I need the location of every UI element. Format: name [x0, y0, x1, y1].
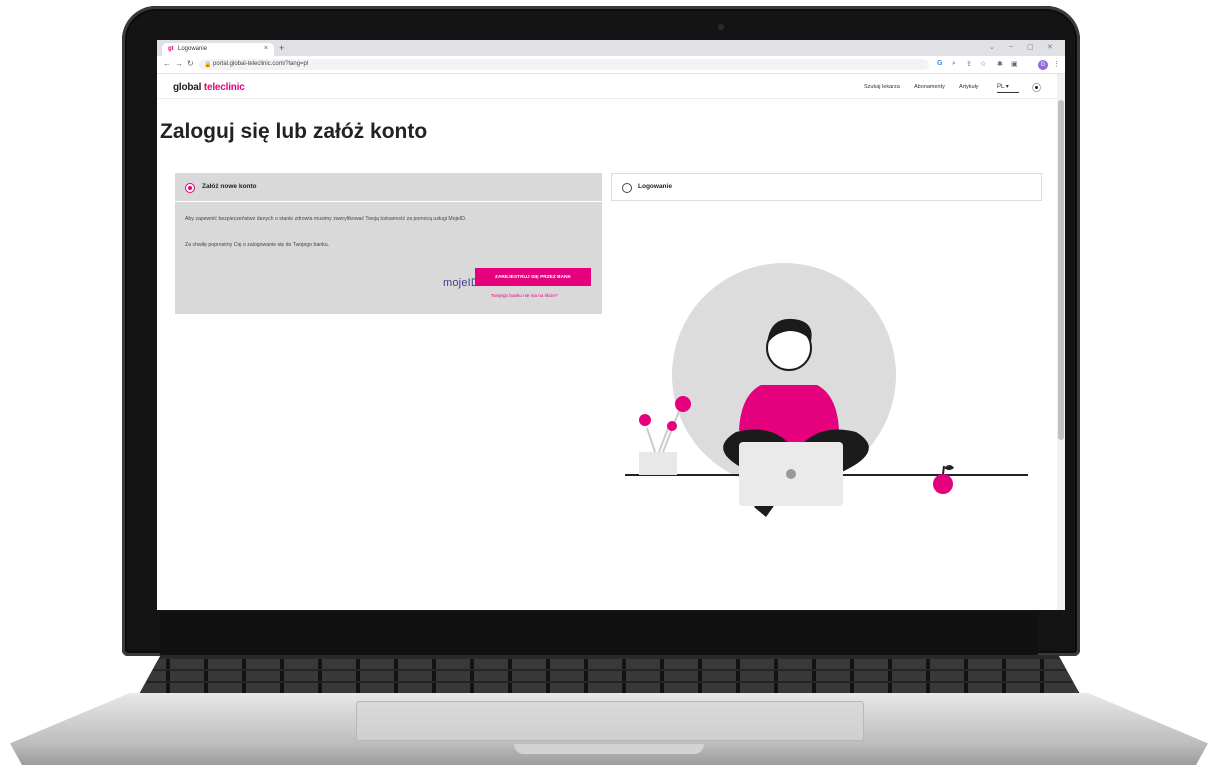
mojeid-logo-text: mojeID	[443, 277, 480, 289]
apple	[933, 474, 953, 494]
missing-bank-link[interactable]: Twojego banku nie ma na liście?	[491, 293, 557, 298]
tab-title: Logowanie	[178, 46, 208, 52]
key-row	[132, 671, 1087, 681]
laptop-trackpad	[356, 701, 864, 741]
search-icon[interactable]: ⌕	[952, 60, 956, 68]
forward-icon[interactable]: →	[175, 59, 183, 68]
apple-stem	[942, 465, 945, 475]
apple-leaf	[944, 465, 954, 470]
url-input[interactable]: 🔒 portal.global-teleclinic.com/?lang=pl	[199, 59, 929, 70]
logo-text-global: global	[173, 82, 202, 93]
register-via-bank-button[interactable]: ZAREJESTRUJ SIĘ PRZEZ BANK	[475, 268, 591, 286]
chevron-down-icon[interactable]: ⌄	[989, 43, 995, 51]
logo-text-teleclinic: teleclinic	[203, 82, 245, 93]
key-row	[132, 659, 1087, 669]
google-icon[interactable]: G	[937, 60, 942, 67]
lock-icon: 🔒	[204, 62, 212, 68]
chevron-down-icon: ▾	[1005, 84, 1009, 90]
plant-flower	[667, 421, 677, 431]
url-text: portal.global-teleclinic.com/?lang=pl	[213, 61, 309, 67]
nav-find-doctor[interactable]: Szukaj lekarza	[864, 84, 900, 90]
reload-icon[interactable]: ↻	[187, 59, 194, 68]
plant-stem	[646, 427, 656, 453]
new-tab-button[interactable]: +	[279, 43, 284, 53]
person-with-laptop-illustration	[625, 263, 1028, 517]
register-option[interactable]: Załóż nowe konto	[175, 173, 602, 201]
site-header: global teleclinic Szukaj lekarza Aboname…	[157, 74, 1057, 99]
register-panel: Aby zapewnić bezpieczeństwo danych o sta…	[175, 202, 602, 314]
login-radio[interactable]	[622, 183, 632, 193]
plant-flower	[675, 396, 691, 412]
back-icon[interactable]: ←	[163, 59, 171, 68]
bank-login-text: Za chwilę poprosimy Cię o zalogowanie si…	[185, 242, 330, 248]
site-favicon-icon: gt	[168, 46, 174, 52]
star-icon[interactable]: ☆	[980, 60, 986, 68]
webcam	[718, 24, 724, 30]
key-row	[132, 683, 1087, 693]
register-option-label: Załóż nowe konto	[202, 183, 257, 190]
tab-close-icon[interactable]: ×	[264, 45, 268, 52]
nav-articles[interactable]: Artykuły	[959, 84, 979, 90]
browser-tab[interactable]: gt Logowanie ×	[162, 43, 274, 56]
login-option[interactable]: Logowanie	[611, 173, 1042, 201]
browser-tab-bar: gt Logowanie × + ⌄ – ▢ ✕	[157, 40, 1065, 56]
register-radio[interactable]	[185, 183, 195, 193]
scrollbar-thumb[interactable]	[1058, 100, 1064, 440]
plant-flower	[639, 414, 651, 426]
profile-avatar[interactable]: G	[1038, 60, 1048, 70]
plant-pot	[639, 452, 677, 475]
browser-address-bar: ← → ↻ 🔒 portal.global-teleclinic.com/?la…	[157, 56, 1065, 74]
minimize-icon[interactable]: –	[1009, 43, 1013, 50]
close-window-icon[interactable]: ✕	[1047, 43, 1053, 51]
login-option-label: Logowanie	[638, 183, 672, 190]
laptop-screen: gt Logowanie × + ⌄ – ▢ ✕ ← → ↻ 🔒 portal.…	[157, 40, 1065, 610]
site-logo[interactable]: global teleclinic	[173, 82, 245, 93]
extensions-icon[interactable]: ✱	[997, 60, 1003, 68]
laptop-logo-dot	[786, 469, 796, 479]
verification-text: Aby zapewnić bezpieczeństwo danych o sta…	[185, 216, 467, 222]
menu-icon[interactable]: ⋮	[1053, 60, 1060, 68]
nav-subscriptions[interactable]: Abonamenty	[914, 84, 945, 90]
share-icon[interactable]: ⇪	[966, 60, 972, 68]
laptop-opening-notch	[514, 744, 704, 754]
maximize-icon[interactable]: ▢	[1027, 43, 1034, 51]
language-select[interactable]: PL ▾	[997, 83, 1019, 93]
user-account-icon[interactable]: ⦿	[1032, 81, 1041, 94]
laptop-bezel-bottom	[160, 612, 1038, 658]
sidepanel-icon[interactable]: ▣	[1011, 60, 1018, 68]
mojeid-logo: mojeID	[443, 277, 479, 289]
language-value: PL	[997, 84, 1005, 90]
page-title: Zaloguj się lub załóż konto	[160, 120, 428, 143]
